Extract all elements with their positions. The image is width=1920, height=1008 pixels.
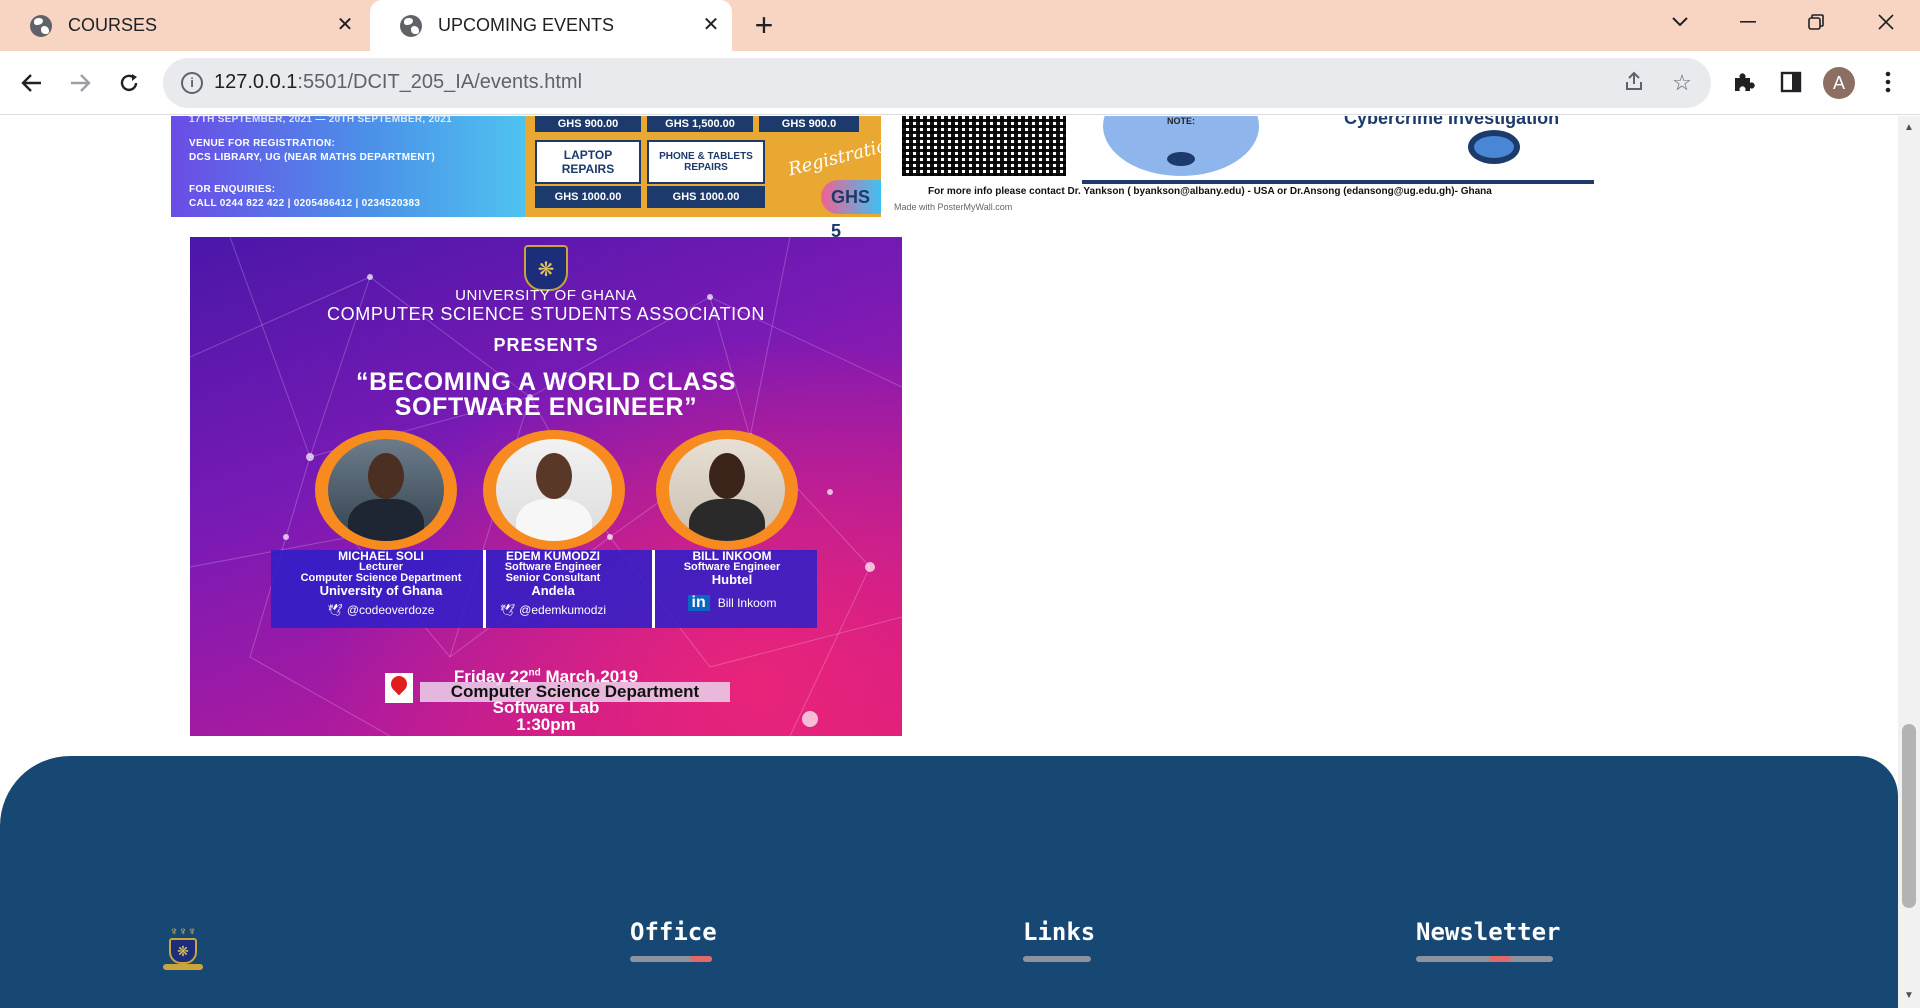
- site-footer: ♆♆♆ ❋ Office Links Newsletter: [0, 756, 1898, 1008]
- price-label: GHS 900.00: [535, 116, 641, 132]
- arrow-left-icon: [21, 74, 41, 92]
- cyber-title: Cybercrime Investigation: [1344, 116, 1560, 128]
- university-name: UNIVERSITY OF GHANA: [455, 287, 637, 304]
- footer-heading-links: Links: [1023, 918, 1096, 946]
- qr-code: [902, 116, 1066, 176]
- forward-button[interactable]: [62, 65, 98, 101]
- heading-underline: [1023, 956, 1091, 962]
- minimize-icon: [1740, 21, 1756, 23]
- chevron-down-icon: [1672, 17, 1688, 27]
- speaker-org: Andela: [531, 583, 575, 598]
- tab-courses[interactable]: COURSES ✕: [0, 0, 366, 51]
- decorative-dot: [1167, 152, 1195, 166]
- decorative-ring: [1468, 130, 1520, 164]
- page-viewport: 17TH SEPTEMBER, 2021 — 20TH SEPTEMBER, 2…: [0, 116, 1898, 1008]
- reload-button[interactable]: [111, 65, 147, 101]
- close-icon: [1878, 14, 1894, 30]
- globe-icon: [400, 14, 422, 37]
- registration-poster: 17TH SEPTEMBER, 2021 — 20TH SEPTEMBER, 2…: [171, 116, 525, 217]
- presents-label: PRESENTS: [493, 335, 599, 355]
- tab-title: COURSES: [68, 15, 158, 35]
- bird-icon: 🕊: [327, 603, 343, 617]
- footer-heading-office: Office: [630, 918, 717, 946]
- speaker-org: University of Ghana: [319, 583, 443, 598]
- speaker-handle: @codeoverdoze: [346, 603, 435, 617]
- service-label: PHONE & TABLETS REPAIRS: [647, 140, 765, 184]
- event-poster: UNIVERSITY OF GHANA COMPUTER SCIENCE STU…: [190, 237, 902, 736]
- speaker-handle: @edemkumodzi: [519, 603, 607, 617]
- close-window-button[interactable]: [1858, 0, 1914, 44]
- back-button[interactable]: [14, 65, 50, 101]
- heading-underline: [630, 956, 712, 962]
- share-icon[interactable]: [1621, 70, 1647, 96]
- note-label: NOTE:: [1167, 116, 1195, 126]
- browser-toolbar: i 127.0.0.1:5501/DCIT_205_IA/events.html…: [0, 51, 1920, 115]
- bird-icon: 🕊: [499, 603, 516, 617]
- scroll-down-arrow-icon[interactable]: ▼: [1903, 990, 1915, 1002]
- note-circle: NOTE:: [1103, 116, 1259, 176]
- crest-icon: ❋: [169, 938, 197, 964]
- minimize-button[interactable]: [1720, 0, 1776, 44]
- university-logo[interactable]: ♆♆♆ ❋: [163, 924, 203, 972]
- url-text[interactable]: 127.0.0.1:5501/DCIT_205_IA/events.html: [214, 71, 582, 94]
- kebab-menu-icon[interactable]: [1871, 65, 1905, 99]
- puzzle-icon[interactable]: [1726, 65, 1760, 99]
- tab-upcoming-events[interactable]: UPCOMING EVENTS ✕: [370, 0, 732, 51]
- globe-icon: [30, 14, 52, 37]
- association-name: COMPUTER SCIENCE STUDENTS ASSOCIATION: [327, 304, 765, 324]
- poster-date: 17TH SEPTEMBER, 2021 — 20TH SEPTEMBER, 2…: [189, 116, 452, 125]
- arrow-right-icon: [71, 74, 91, 92]
- speaker-handle: Bill Inkoom: [717, 596, 777, 610]
- side-panel-icon[interactable]: [1774, 65, 1808, 99]
- price-label: GHS 1000.00: [535, 186, 641, 208]
- speaker-photo: [483, 430, 625, 550]
- service-label: LAPTOP REPAIRS: [535, 140, 641, 184]
- speaker-card: EDEM KUMODZI Software Engineer Senior Co…: [463, 550, 643, 618]
- torch-icon: ♆♆♆: [169, 924, 197, 938]
- heading-underline: [1416, 956, 1553, 962]
- registration-script: Registration: [786, 132, 901, 181]
- event-time: 1:30pm: [516, 715, 576, 734]
- price-label: GHS 1000.00: [647, 186, 765, 208]
- close-icon[interactable]: ✕: [700, 14, 722, 36]
- speaker-photo: [315, 430, 457, 550]
- repairs-poster: GHS 900.00 GHS 1,500.00 GHS 900.0 LAPTOP…: [525, 116, 901, 241]
- scrollbar-thumb[interactable]: [1902, 724, 1916, 908]
- university-crest: [524, 245, 568, 291]
- contact-info: For more info please contact Dr. Yankson…: [928, 186, 1492, 197]
- scroll-up-arrow-icon[interactable]: ▲: [1903, 122, 1915, 134]
- speaker-card: BILL INKOOM Software Engineer Hubtel in B…: [652, 550, 812, 611]
- restore-icon: [1808, 14, 1824, 30]
- event-title: “BECOMING A WORLD CLASS SOFTWARE ENGINEE…: [356, 368, 736, 421]
- reload-icon: [120, 74, 138, 92]
- close-icon[interactable]: ✕: [334, 14, 356, 36]
- poster-venue-heading: VENUE FOR REGISTRATION:: [189, 138, 336, 149]
- speaker-card: MICHAEL SOLI Lecturer Computer Science D…: [276, 550, 486, 618]
- tab-search-button[interactable]: [1652, 0, 1708, 44]
- cybercrime-poster: NOTE: Cybercrime Investigation For more …: [890, 116, 1606, 217]
- profile-avatar[interactable]: A: [1823, 67, 1855, 99]
- restore-button[interactable]: [1788, 0, 1844, 44]
- poster-enquiries: CALL 0244 822 422 | 0205486412 | 0234520…: [189, 198, 421, 209]
- price-label: GHS 900.0: [759, 116, 859, 132]
- page-scrollbar[interactable]: ▲ ▼: [1898, 116, 1920, 1008]
- fee-badge: GHS 5: [821, 180, 881, 241]
- new-tab-button[interactable]: +: [748, 8, 780, 42]
- site-info-icon[interactable]: i: [181, 72, 203, 94]
- speaker-org: Hubtel: [711, 572, 753, 587]
- address-bar[interactable]: i 127.0.0.1:5501/DCIT_205_IA/events.html…: [163, 58, 1711, 108]
- linkedin-icon: in: [687, 595, 710, 611]
- poster-enquiries-heading: FOR ENQUIRIES:: [189, 184, 276, 195]
- poster-venue: DCS LIBRARY, UG (NEAR MATHS DEPARTMENT): [189, 152, 435, 163]
- scroll-banner: [163, 964, 203, 970]
- divider: [1082, 180, 1594, 184]
- tab-title: UPCOMING EVENTS: [438, 15, 615, 35]
- star-icon[interactable]: ☆: [1669, 70, 1695, 96]
- speaker-photo: [656, 430, 798, 550]
- footer-heading-newsletter: Newsletter: [1416, 918, 1561, 946]
- price-label: GHS 1,500.00: [647, 116, 753, 132]
- made-with-credit: Made with PosterMyWall.com: [894, 202, 1013, 212]
- tab-strip: COURSES ✕ UPCOMING EVENTS ✕ +: [0, 0, 1920, 51]
